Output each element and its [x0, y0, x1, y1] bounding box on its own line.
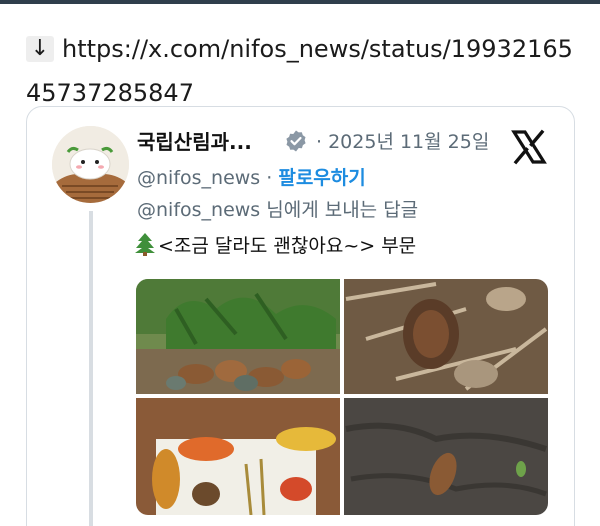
photo-cones-on-ground[interactable] [344, 279, 548, 394]
separator-dot: · [316, 131, 323, 153]
tweet-url[interactable]: https://x.com/nifos_news/status/19932165… [26, 35, 573, 107]
reply-suffix: 님에게 보내는 답글 [260, 199, 419, 221]
photo-cone-on-bark[interactable] [344, 398, 548, 515]
christmas-tree-icon [135, 233, 155, 256]
author-handle[interactable]: @nifos_news [137, 167, 260, 189]
photo-leaf-collage[interactable] [136, 398, 340, 515]
follow-button[interactable]: 팔로우하기 [278, 167, 365, 189]
tweet-link[interactable]: ↓ https://x.com/nifos_news/status/1993216… [26, 27, 586, 115]
verified-badge-icon [286, 130, 306, 152]
reply-to-line: @nifos_news 님에게 보내는 답글 [137, 195, 418, 222]
handle-line: @nifos_news · 팔로우하기 [137, 163, 366, 190]
media-grid[interactable] [136, 279, 548, 515]
thread-line [89, 211, 93, 526]
tweet-date-line: · 2025년 11월 25일 [316, 127, 489, 154]
tweet-body: <조금 달라도 괜찮아요~> 부문 [158, 235, 417, 257]
embedded-tweet-card[interactable]: 국립산림과... · 2025년 11월 25일 @nifos_news · 팔… [26, 106, 575, 526]
reply-handle[interactable]: @nifos_news [137, 199, 260, 221]
avatar[interactable] [52, 126, 129, 203]
author-name[interactable]: 국립산림과... [137, 126, 252, 155]
tweet-text: <조금 달라도 괜찮아요~> 부문 [134, 231, 416, 258]
photo-forest-plants[interactable] [136, 279, 340, 394]
top-bar [0, 0, 600, 4]
tweet-date[interactable]: 2025년 11월 25일 [328, 131, 489, 153]
handle-separator: · [266, 167, 273, 189]
x-logo-icon[interactable] [511, 129, 547, 165]
down-arrow-icon: ↓ [26, 36, 54, 62]
